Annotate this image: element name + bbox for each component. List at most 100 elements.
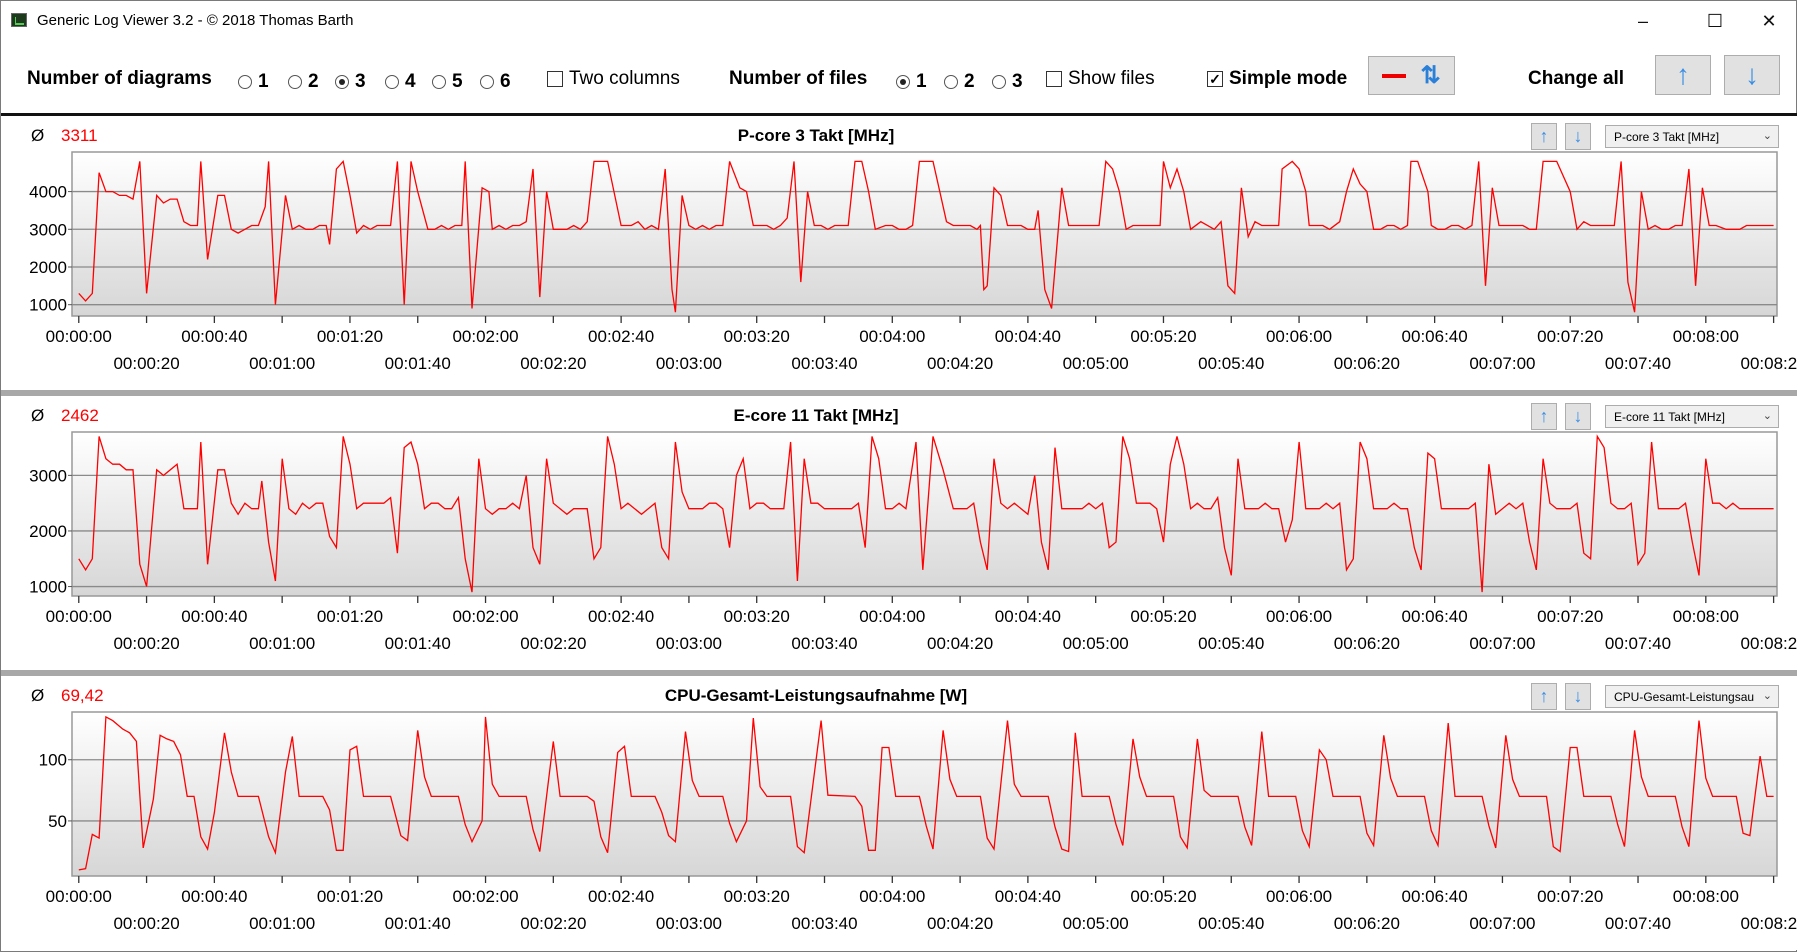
x-tick-label: 00:06:20 xyxy=(1334,354,1400,373)
radio-dot[interactable] xyxy=(238,75,252,89)
x-tick-label: 00:02:00 xyxy=(452,607,518,626)
radio-dot[interactable] xyxy=(385,75,399,89)
x-tick-label: 00:05:40 xyxy=(1198,914,1264,933)
x-tick-label: 00:00:40 xyxy=(181,887,247,906)
diagram-count-radio-1[interactable]: 1 xyxy=(238,71,269,93)
x-tick-label: 00:02:40 xyxy=(588,887,654,906)
radio-dot[interactable] xyxy=(992,75,1006,89)
x-tick-label: 00:05:40 xyxy=(1198,634,1264,653)
diagram-count-radio-6[interactable]: 6 xyxy=(480,71,511,93)
move-all-down-button[interactable]: ↓ xyxy=(1724,55,1780,95)
y-tick-label: 3000 xyxy=(29,466,67,485)
simple-mode-label: Simple mode xyxy=(1229,68,1348,89)
x-tick-label: 00:06:20 xyxy=(1334,634,1400,653)
radio-dot[interactable] xyxy=(288,75,302,89)
radio-label: 3 xyxy=(1012,71,1023,92)
radio-label: 6 xyxy=(500,71,511,92)
maximize-button[interactable]: ☐ xyxy=(1686,1,1744,41)
arrow-up-icon: ↑ xyxy=(1676,59,1690,90)
simple-mode-checkbox[interactable]: ✓ Simple mode xyxy=(1207,68,1347,90)
x-tick-label: 00:00:20 xyxy=(113,634,179,653)
radio-label: 4 xyxy=(405,71,416,92)
x-tick-label: 00:06:20 xyxy=(1334,914,1400,933)
line-chart: 1000 2000 3000 4000 00:00:0000:00:2000:00:40… xyxy=(29,151,1797,373)
y-tick-label: 50 xyxy=(48,812,67,831)
plot-area xyxy=(71,431,1778,597)
x-tick-label: 00:02:20 xyxy=(520,354,586,373)
x-tick-label: 00:03:00 xyxy=(656,634,722,653)
x-tick-label: 00:06:00 xyxy=(1266,327,1332,346)
x-tick-label: 00:07:20 xyxy=(1537,607,1603,626)
x-tick-label: 00:03:40 xyxy=(791,634,857,653)
x-tick-label: 00:04:40 xyxy=(995,607,1061,626)
checkbox-checked[interactable]: ✓ xyxy=(1207,71,1223,87)
move-all-up-button[interactable]: ↑ xyxy=(1655,55,1711,95)
x-tick-label: 00:00:00 xyxy=(46,607,112,626)
radio-dot[interactable] xyxy=(335,75,349,89)
diagram-count-radio-4[interactable]: 4 xyxy=(385,71,416,93)
x-tick-label: 00:03:40 xyxy=(791,354,857,373)
close-button[interactable]: ✕ xyxy=(1740,1,1797,41)
radio-dot[interactable] xyxy=(480,75,494,89)
x-tick-label: 00:01:20 xyxy=(317,887,383,906)
x-tick-label: 00:08:20 xyxy=(1741,354,1797,373)
x-tick-label: 00:07:40 xyxy=(1605,914,1671,933)
radio-label: 5 xyxy=(452,71,463,92)
radio-dot[interactable] xyxy=(944,75,958,89)
diagram-count-radio-5[interactable]: 5 xyxy=(432,71,463,93)
x-tick-label: 00:07:00 xyxy=(1469,354,1535,373)
x-tick-label: 00:03:20 xyxy=(724,327,790,346)
x-tick-label: 00:04:40 xyxy=(995,887,1061,906)
x-tick-label: 00:04:40 xyxy=(995,327,1061,346)
line-color-refresh-button[interactable]: ⇅ xyxy=(1368,56,1455,95)
x-tick-label: 00:03:20 xyxy=(724,607,790,626)
y-tick-label: 2000 xyxy=(29,258,67,277)
diagram-panel-2: Ø 2462 E-core 11 Takt [MHz] ↑ ↓ E-core 11 Tak… xyxy=(1,396,1797,670)
show-files-checkbox[interactable]: Show files xyxy=(1046,68,1155,90)
x-tick-label: 00:05:00 xyxy=(1063,354,1129,373)
x-tick-label: 00:01:40 xyxy=(385,634,451,653)
x-tick-label: 00:02:20 xyxy=(520,914,586,933)
x-tick-label: 00:01:40 xyxy=(385,914,451,933)
radio-dot[interactable] xyxy=(432,75,446,89)
file-count-radio-2[interactable]: 2 xyxy=(944,71,975,93)
toolbar: Number of diagrams Two columns Number of… xyxy=(1,41,1797,114)
x-tick-label: 00:04:20 xyxy=(927,914,993,933)
x-tick-label: 00:05:40 xyxy=(1198,354,1264,373)
diagram-count-radio-3[interactable]: 3 xyxy=(335,71,366,93)
x-tick-label: 00:05:20 xyxy=(1130,327,1196,346)
x-tick-label: 00:06:00 xyxy=(1266,887,1332,906)
arrow-down-icon: ↓ xyxy=(1745,59,1759,90)
x-tick-label: 00:03:00 xyxy=(656,354,722,373)
red-line-icon xyxy=(1382,73,1407,78)
files-label: Number of files xyxy=(729,68,868,89)
app-window: Generic Log Viewer 3.2 - © 2018 Thomas B… xyxy=(0,0,1797,952)
x-tick-label: 00:02:20 xyxy=(520,634,586,653)
x-tick-label: 00:03:40 xyxy=(791,914,857,933)
y-tick-label: 1000 xyxy=(29,296,67,315)
line-chart: 5010000:00:0000:00:2000:00:4000:01:0000:… xyxy=(39,711,1797,933)
two-columns-checkbox[interactable]: Two columns xyxy=(547,68,680,90)
x-tick-label: 00:07:40 xyxy=(1605,634,1671,653)
file-count-radio-3[interactable]: 3 xyxy=(992,71,1023,93)
line-chart: 10002000300000:00:0000:00:2000:00:4000:0… xyxy=(29,431,1797,653)
checkbox-box[interactable] xyxy=(547,71,563,87)
diagram-count-radio-2[interactable]: 2 xyxy=(288,71,319,93)
y-tick-label: 3000 xyxy=(29,220,67,239)
radio-label: 2 xyxy=(964,71,975,92)
x-tick-label: 00:03:00 xyxy=(656,914,722,933)
x-tick-label: 00:01:20 xyxy=(317,327,383,346)
x-tick-label: 00:04:20 xyxy=(927,354,993,373)
x-tick-label: 00:08:00 xyxy=(1673,607,1739,626)
radio-dot[interactable] xyxy=(896,75,910,89)
checkbox-box[interactable] xyxy=(1046,71,1062,87)
radio-label: 2 xyxy=(308,71,319,92)
file-count-radio-1[interactable]: 1 xyxy=(896,71,927,93)
x-tick-label: 00:04:00 xyxy=(859,887,925,906)
diagram-panel-3: Ø 69,42 CPU-Gesamt-Leistungsaufnahme [W] ↑ ↓… xyxy=(1,676,1797,950)
x-tick-label: 00:06:40 xyxy=(1402,887,1468,906)
minimize-button[interactable]: – xyxy=(1614,1,1672,41)
x-tick-label: 00:02:40 xyxy=(588,607,654,626)
radio-label: 3 xyxy=(355,71,366,92)
x-tick-label: 00:01:00 xyxy=(249,354,315,373)
